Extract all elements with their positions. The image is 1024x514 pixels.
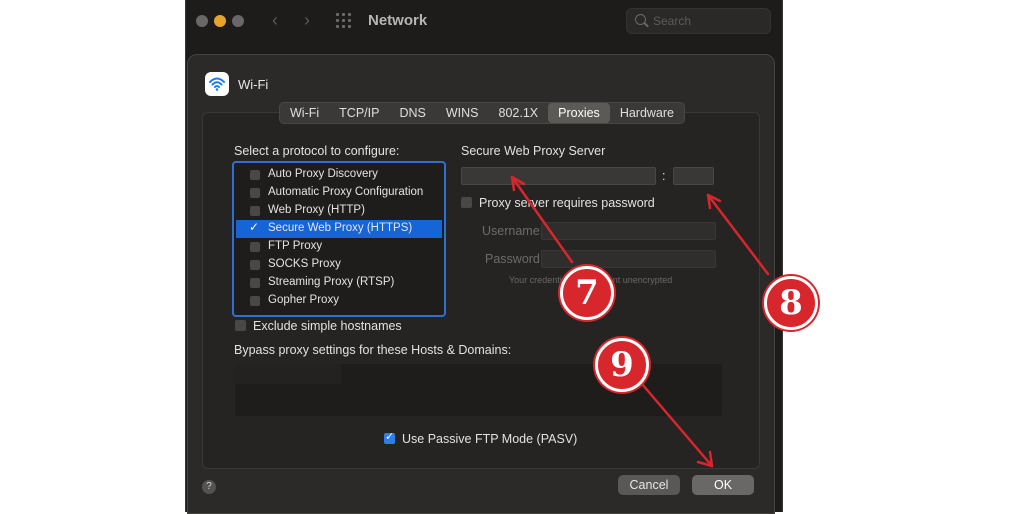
annotation-badge-8: 8 [764, 276, 818, 330]
annotation-badge-7: 7 [560, 266, 614, 320]
badge-8-label: 8 [779, 283, 803, 323]
arrow-9 [640, 382, 714, 468]
badge-9-label: 9 [610, 345, 634, 385]
badge-7-label: 7 [575, 273, 599, 313]
annotation-badge-9: 9 [595, 338, 649, 392]
arrow-8 [706, 193, 770, 276]
arrow-7 [510, 175, 574, 264]
annotation-arrows [510, 175, 770, 468]
